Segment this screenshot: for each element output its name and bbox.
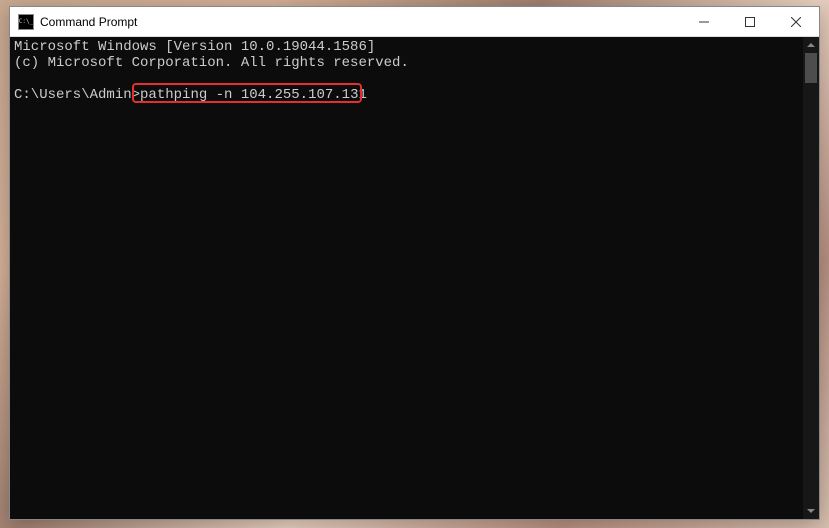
titlebar[interactable]: Command Prompt: [10, 7, 819, 37]
maximize-icon: [745, 17, 755, 27]
scroll-down-button[interactable]: [803, 503, 819, 519]
scroll-down-icon: [807, 509, 815, 513]
scroll-up-icon: [807, 43, 815, 47]
version-line: Microsoft Windows [Version 10.0.19044.15…: [14, 39, 375, 55]
copyright-line: (c) Microsoft Corporation. All rights re…: [14, 55, 409, 71]
minimize-button[interactable]: [681, 7, 727, 36]
scroll-thumb[interactable]: [805, 53, 817, 83]
prompt: C:\Users\Admin>: [14, 87, 140, 103]
scroll-up-button[interactable]: [803, 37, 819, 53]
minimize-icon: [699, 17, 709, 27]
close-icon: [791, 17, 801, 27]
command-input[interactable]: pathping -n 104.255.107.131: [140, 87, 367, 103]
window-controls: [681, 7, 819, 36]
cmd-icon: [18, 14, 34, 30]
maximize-button[interactable]: [727, 7, 773, 36]
command-prompt-window: Command Prompt Microsoft Windows [Versio…: [9, 6, 820, 520]
close-button[interactable]: [773, 7, 819, 36]
vertical-scrollbar[interactable]: [803, 37, 819, 519]
terminal-area: Microsoft Windows [Version 10.0.19044.15…: [10, 37, 819, 519]
terminal[interactable]: Microsoft Windows [Version 10.0.19044.15…: [10, 37, 803, 519]
window-title: Command Prompt: [40, 15, 681, 29]
